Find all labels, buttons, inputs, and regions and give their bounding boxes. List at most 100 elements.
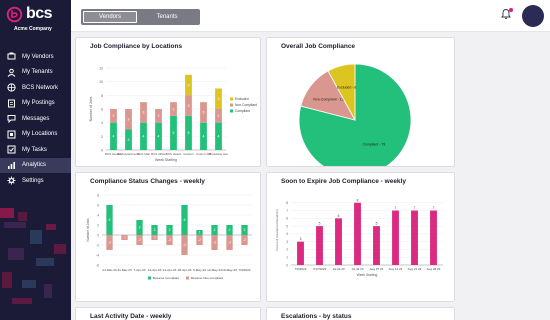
sidebar-item-vendors[interactable]: My Vendors: [0, 49, 71, 65]
y-tick-label: 8: [97, 193, 99, 197]
x-axis-label: Week Starting: [155, 158, 177, 162]
bar-data-label: -3: [108, 241, 111, 245]
analytics-icon: [8, 161, 15, 169]
bar-data-label: 4: [158, 135, 160, 139]
bar-data-label: 4: [218, 135, 220, 139]
status-changes-chart: -6 -4 -2 0 2 4 6 8 6 -3 24-Mar-23 -1 31-Mar-23 3 -2 7-A…: [86, 193, 252, 280]
bar-data-label: 5: [188, 131, 190, 135]
bar-data-label: 2: [169, 228, 171, 232]
x-tick-label: BCS Mall: [137, 152, 150, 156]
vendor-tenant-toggle: Vendors Tenants: [81, 9, 200, 25]
x-tick-label: 28-Apr-23: [178, 268, 192, 272]
bar-data-label: 7: [395, 206, 397, 210]
y-tick-label: 6: [97, 203, 99, 207]
sidebar-item-analytics[interactable]: Analytics: [0, 157, 71, 173]
toggle-tenants-button[interactable]: Tenants: [140, 11, 194, 23]
x-tick-label: 14-Apr-23: [148, 268, 162, 272]
sidebar-item-network[interactable]: BCS Network: [0, 80, 71, 96]
network-icon: [7, 83, 16, 92]
card-overall-compliance: Overall Job Compliance Compliant - 79 Non…: [266, 37, 455, 167]
bar-data-label: 3: [203, 111, 205, 115]
card-soon-to-expire: Soon to Expire Job Compliance - weekly 0…: [266, 172, 455, 302]
bar-data-label: 1: [199, 231, 201, 235]
company-name: Acme Company: [14, 26, 52, 32]
sidebar-item-tasks[interactable]: My Tasks: [0, 142, 71, 158]
y-axis-label: Count of Insurance Document: [275, 209, 279, 250]
decorative-pattern: [0, 208, 66, 304]
legend-swatch: [230, 97, 233, 101]
x-tick-label: Aug 14 23: [389, 267, 403, 271]
messages-icon: [7, 115, 16, 124]
y-tick-label: 10: [99, 80, 103, 84]
x-tick-label: Custom: [183, 152, 194, 156]
bar[interactable]: [373, 226, 380, 265]
legend-swatch: [230, 103, 233, 107]
bar[interactable]: [297, 241, 304, 265]
tasks-icon: [7, 145, 16, 154]
x-tick-label: 12-May-23: [207, 268, 222, 272]
bar-data-label: 3: [300, 237, 302, 241]
bar-data-label: 2: [158, 114, 160, 118]
y-tick-label: 2: [286, 248, 288, 252]
y-tick-label: 8: [101, 94, 103, 98]
x-tick-label: BCS Hotels: [166, 152, 182, 156]
y-tick-label: 3: [286, 240, 288, 244]
sidebar-item-label: Settings: [22, 177, 44, 184]
bar-data-label: 3: [143, 111, 145, 115]
sidebar-item-label: Messages: [22, 115, 50, 122]
sidebar-item-postings[interactable]: My Postings: [0, 96, 71, 112]
bar-data-label: 3: [218, 97, 220, 101]
bar-data-label: 3: [188, 83, 190, 87]
sidebar-item-messages[interactable]: Messages: [0, 111, 71, 127]
bar[interactable]: [430, 210, 437, 265]
sidebar-item-label: My Tasks: [22, 146, 47, 153]
bar-data-label: 2: [229, 228, 231, 232]
card-title: Last Activity Date - weekly: [90, 313, 172, 320]
bar[interactable]: [316, 226, 323, 265]
x-tick-label: 21-Apr-23: [163, 268, 177, 272]
bar-data-label: 5: [319, 222, 321, 226]
x-tick-label: Jul 31 23: [351, 267, 364, 271]
sidebar-item-label: My Locations: [22, 131, 58, 138]
x-tick-label: Broadway Ave: [209, 152, 228, 156]
vendors-icon: [7, 52, 16, 60]
bar-data-label: 7: [414, 206, 416, 210]
card-title: Escalations - by status: [281, 313, 352, 320]
y-tick-label: 0: [286, 263, 288, 267]
bar[interactable]: [335, 218, 342, 265]
brand-logo[interactable]: bcs: [6, 5, 53, 23]
sidebar-item-tenants[interactable]: My Tenants: [0, 65, 71, 81]
y-tick-label: -6: [96, 263, 99, 267]
y-tick-label: 4: [97, 213, 99, 217]
y-tick-label: 4: [101, 121, 103, 125]
bar-data-label: 4: [203, 135, 205, 139]
x-tick-label: 31-Mar-23: [117, 268, 132, 272]
pie-slice-label: Compliant - 79: [362, 143, 385, 147]
y-tick-label: 2: [97, 223, 99, 227]
bar[interactable]: [392, 210, 399, 265]
user-avatar[interactable]: [522, 5, 544, 27]
y-tick-label: 0: [101, 149, 103, 153]
y-tick-label: 2: [101, 135, 103, 139]
bar-data-label: 3: [139, 226, 141, 230]
bar-data-label: 3: [128, 138, 130, 142]
bar-data-label: -3: [228, 241, 231, 245]
bar[interactable]: [411, 210, 418, 265]
y-tick-label: -2: [96, 243, 99, 247]
bar-data-label: 2: [154, 228, 156, 232]
x-tick-label: 7/9/2023: [295, 267, 307, 271]
bar-data-label: 7: [433, 206, 435, 210]
job-compliance-locations-chart: 02468101242BCS Avenue33BCS Apartments43B…: [89, 67, 257, 163]
bar-data-label: 6: [338, 214, 340, 218]
sidebar-item-locations[interactable]: My Locations: [0, 127, 71, 143]
sidebar-item-label: My Tenants: [22, 69, 53, 76]
x-tick-label: 7-Apr-23: [133, 268, 145, 272]
bar-data-label: -2: [198, 238, 201, 242]
y-tick-label: 6: [286, 217, 288, 221]
x-tick-label: 5-May-23: [193, 268, 206, 272]
pie-slice-label: Non-Compliant - 13: [313, 98, 343, 102]
sidebar-item-settings[interactable]: Settings: [0, 173, 71, 189]
toggle-vendors-button[interactable]: Vendors: [83, 11, 137, 23]
x-tick-label: 19-May-23: [222, 268, 237, 272]
bar[interactable]: [354, 202, 361, 265]
